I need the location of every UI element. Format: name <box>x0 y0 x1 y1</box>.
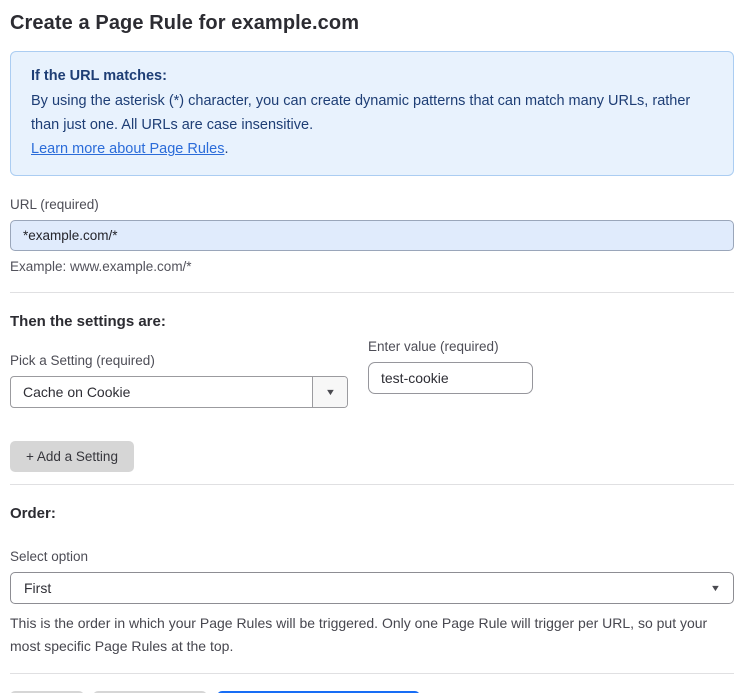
setting-dropdown[interactable]: Cache on Cookie ▼ <box>10 375 348 408</box>
setting-value-label: Enter value (required) <box>368 338 499 354</box>
setting-value-input[interactable] <box>368 361 533 394</box>
setting-dropdown-caret-button[interactable]: ▼ <box>312 376 347 407</box>
url-label: URL (required) <box>10 196 99 212</box>
setting-picker-column: Pick a Setting (required) Cache on Cooki… <box>10 332 348 408</box>
url-matches-info-box: If the URL matches: By using the asteris… <box>10 51 734 176</box>
setting-dropdown-value: Cache on Cookie <box>23 383 131 400</box>
order-select-label: Select option <box>10 548 89 564</box>
settings-row: Pick a Setting (required) Cache on Cooki… <box>10 332 734 408</box>
divider <box>10 291 734 293</box>
settings-heading: Then the settings are: <box>10 312 166 330</box>
url-example-hint: Example: www.example.com/* <box>10 258 192 274</box>
chevron-down-icon: ▼ <box>324 386 336 397</box>
order-help-text: This is the order in which your Page Rul… <box>10 614 708 654</box>
info-box-heading: If the URL matches: <box>31 68 167 84</box>
order-select[interactable]: First ▼ <box>10 571 734 604</box>
create-page-rule-panel: Create a Page Rule for example.com If th… <box>0 0 750 693</box>
learn-more-link[interactable]: Learn more about Page Rules <box>31 141 224 157</box>
divider <box>10 483 734 485</box>
url-input[interactable] <box>10 219 734 251</box>
info-box-body: By using the asterisk (*) character, you… <box>31 93 691 133</box>
chevron-down-icon: ▼ <box>709 582 722 593</box>
setting-value-column: Enter value (required) <box>368 339 533 408</box>
add-setting-button[interactable]: + Add a Setting <box>10 440 134 472</box>
info-link-row: Learn more about Page Rules. <box>31 138 713 161</box>
setting-picker-label: Pick a Setting (required) <box>10 352 155 368</box>
order-heading: Order: <box>10 504 56 522</box>
page-title: Create a Page Rule for example.com <box>10 12 360 34</box>
divider <box>10 673 734 675</box>
order-select-value: First <box>24 579 52 596</box>
link-suffix: . <box>224 141 229 158</box>
